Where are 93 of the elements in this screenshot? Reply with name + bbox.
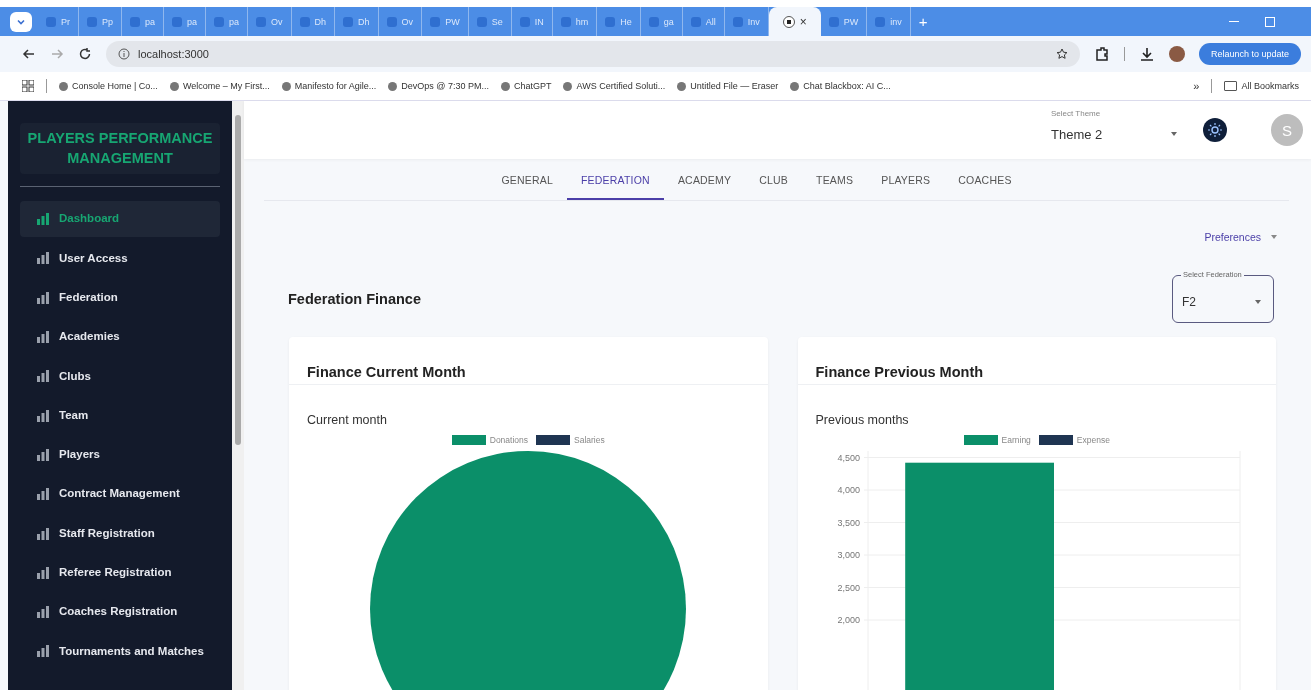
favicon-icon (560, 16, 571, 27)
favicon-icon (343, 16, 354, 27)
menu-item-icon (36, 606, 50, 619)
bookmark[interactable]: ChatGPT (500, 81, 552, 91)
favicon-icon (430, 16, 441, 27)
browser-tab[interactable]: × (768, 7, 821, 36)
sidebar-item[interactable]: Contract Management (20, 476, 220, 513)
axis-tick-label: 2,000 (836, 615, 860, 625)
bookmark[interactable]: Manifesto for Agile... (281, 81, 377, 91)
app-title: PLAYERS PERFORMANCE MANAGEMENT (20, 123, 220, 175)
favicon-icon (386, 16, 397, 27)
bookmark[interactable]: Welcome – My First... (169, 81, 270, 91)
favicon-icon (605, 16, 616, 27)
menu-item-icon (36, 409, 50, 422)
download-icon[interactable] (1138, 46, 1155, 62)
axis-tick-label: 4,000 (836, 485, 860, 495)
favicon-icon (87, 16, 97, 27)
sidebar-item[interactable]: Team (20, 397, 220, 434)
menu-item-icon (36, 291, 50, 304)
axis-tick-label: 3,000 (836, 550, 860, 560)
nav-tab[interactable]: FEDERATION (567, 165, 664, 200)
caret-icon (1171, 132, 1177, 136)
nav-tab[interactable]: TEAMS (802, 165, 868, 200)
nav-tab[interactable]: PLAYERS (867, 165, 945, 200)
preferences-button[interactable]: Preferences (1204, 231, 1277, 243)
sidebar-item[interactable]: Referee Registration (20, 554, 220, 591)
reload-icon[interactable] (78, 47, 92, 61)
bookmark[interactable]: Console Home | Co... (59, 81, 158, 91)
caret-icon (1255, 300, 1261, 304)
favicon-icon (172, 16, 183, 27)
favicon-icon (519, 16, 530, 27)
menu-item-icon (36, 370, 50, 383)
menu-item-icon (36, 331, 50, 343)
menu-item-icon (36, 252, 50, 265)
favicon-icon (828, 16, 839, 27)
bookmark[interactable]: AWS Certified Soluti... (563, 81, 666, 91)
favicon-icon (46, 16, 56, 27)
menu-item-icon (36, 448, 50, 461)
maximize-icon[interactable] (1265, 16, 1275, 27)
sidebar-item[interactable]: Dashboard (20, 201, 220, 238)
chart-title: Previous months (815, 413, 909, 427)
nav-tab[interactable]: ACADEMY (663, 165, 746, 200)
sidebar-item[interactable]: Coaches Registration (20, 594, 220, 631)
favicon-icon (648, 16, 659, 27)
favicon-icon (476, 16, 487, 27)
favicon-icon (299, 16, 310, 27)
card-title: Finance Previous Month (797, 337, 1276, 385)
nav-tab[interactable]: CLUB (745, 165, 803, 200)
nav-tab[interactable]: COACHES (944, 165, 1026, 200)
menu-item-icon (36, 527, 50, 540)
menu-item-icon (36, 566, 50, 579)
theme-select[interactable]: Select Theme Theme 2 (1041, 108, 1187, 152)
profile-avatar[interactable] (1168, 46, 1185, 62)
section-title: Federation Finance (288, 291, 421, 307)
legend-item[interactable]: Donations (451, 435, 529, 445)
back-icon[interactable] (22, 47, 36, 61)
scrollbar[interactable] (232, 101, 244, 690)
sidebar-item[interactable]: Clubs (20, 358, 220, 395)
axis-tick-label: 4,500 (836, 452, 860, 463)
favicon-icon (690, 16, 701, 27)
favicon-icon (875, 16, 886, 27)
axis-tick-label: 3,500 (836, 517, 860, 528)
all-bookmarks-button[interactable]: All Bookmarks (1224, 81, 1299, 91)
apps-icon[interactable] (22, 80, 34, 92)
favicon-icon (732, 16, 743, 27)
menu-item-icon (36, 488, 50, 501)
nav-tab[interactable]: GENERAL (487, 165, 567, 200)
chart-title: Current month (307, 413, 387, 427)
sidebar-item[interactable]: Tournaments and Matches (20, 633, 220, 670)
tab-search-icon[interactable] (10, 11, 32, 32)
sidebar-item[interactable]: Players (20, 436, 220, 473)
sidebar-item[interactable]: Academies (20, 319, 220, 355)
sidebar-item[interactable]: User Access (20, 240, 220, 277)
address-bar[interactable]: localhost:3000 (106, 41, 1080, 67)
menu-item-icon (36, 645, 50, 658)
sidebar-item[interactable]: Federation (20, 279, 220, 316)
bookmark[interactable]: Untitled File — Eraser (677, 81, 779, 91)
menu-item-icon (36, 213, 50, 226)
axis-tick-label: 2,500 (836, 582, 860, 593)
star-icon[interactable] (1055, 48, 1068, 60)
favicon-icon (256, 16, 267, 27)
legend-item[interactable]: Expense (1038, 435, 1110, 445)
card-title: Finance Current Month (289, 337, 768, 385)
favicon-icon (130, 16, 140, 27)
sun-icon[interactable] (1203, 118, 1227, 142)
extensions-icon[interactable] (1093, 46, 1110, 62)
favicon-icon (214, 16, 225, 27)
relaunch-button[interactable]: Relaunch to update (1198, 43, 1301, 65)
sidebar-item[interactable]: Staff Registration (20, 515, 220, 552)
more-bookmarks-button[interactable]: » (1193, 80, 1200, 92)
info-icon (118, 48, 130, 60)
bookmark[interactable]: Chat Blackbox: AI C... (790, 81, 891, 91)
bookmark[interactable]: DevOps @ 7:30 PM... (388, 81, 489, 91)
